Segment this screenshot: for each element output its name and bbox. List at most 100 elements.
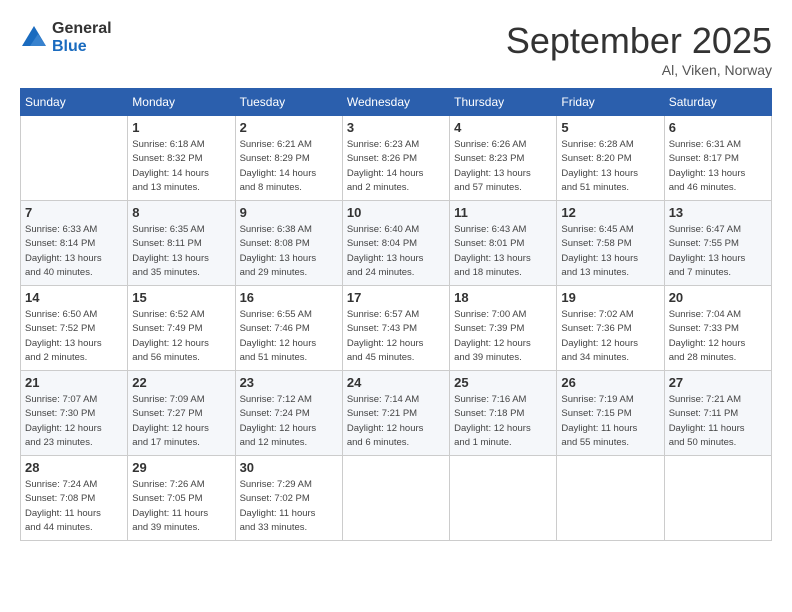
day-info: Sunrise: 7:24 AM Sunset: 7:08 PM Dayligh… [25, 478, 123, 535]
weekday-header-friday: Friday [557, 89, 664, 116]
day-info: Sunrise: 6:38 AM Sunset: 8:08 PM Dayligh… [240, 223, 338, 280]
day-info: Sunrise: 6:55 AM Sunset: 7:46 PM Dayligh… [240, 308, 338, 365]
day-number: 25 [454, 375, 552, 390]
day-info: Sunrise: 7:14 AM Sunset: 7:21 PM Dayligh… [347, 393, 445, 450]
weekday-header-saturday: Saturday [664, 89, 771, 116]
day-info: Sunrise: 7:02 AM Sunset: 7:36 PM Dayligh… [561, 308, 659, 365]
calendar-week-row: 1Sunrise: 6:18 AM Sunset: 8:32 PM Daylig… [21, 116, 772, 201]
day-number: 8 [132, 205, 230, 220]
calendar-cell [342, 456, 449, 541]
calendar-cell: 9Sunrise: 6:38 AM Sunset: 8:08 PM Daylig… [235, 201, 342, 286]
day-number: 22 [132, 375, 230, 390]
day-info: Sunrise: 6:31 AM Sunset: 8:17 PM Dayligh… [669, 138, 767, 195]
calendar-cell: 30Sunrise: 7:29 AM Sunset: 7:02 PM Dayli… [235, 456, 342, 541]
day-info: Sunrise: 7:12 AM Sunset: 7:24 PM Dayligh… [240, 393, 338, 450]
weekday-header-sunday: Sunday [21, 89, 128, 116]
calendar-cell: 27 Sunrise: 7:21 AM Sunset: 7:11 PM Dayli… [664, 371, 771, 456]
day-info: Sunrise: 6:50 AM Sunset: 7:52 PM Dayligh… [25, 308, 123, 365]
day-number: 6 [669, 120, 767, 135]
day-number: 10 [347, 205, 445, 220]
day-number: 13 [669, 205, 767, 220]
day-info: Sunrise: 6:45 AM Sunset: 7:58 PM Dayligh… [561, 223, 659, 280]
day-info: Sunrise: 6:18 AM Sunset: 8:32 PM Dayligh… [132, 138, 230, 195]
calendar-cell: 13Sunrise: 6:47 AM Sunset: 7:55 PM Dayli… [664, 201, 771, 286]
day-number: 24 [347, 375, 445, 390]
calendar-cell: 1Sunrise: 6:18 AM Sunset: 8:32 PM Daylig… [128, 116, 235, 201]
calendar-cell [557, 456, 664, 541]
day-number: 23 [240, 375, 338, 390]
day-number: 16 [240, 290, 338, 305]
calendar-cell: 5Sunrise: 6:28 AM Sunset: 8:20 PM Daylig… [557, 116, 664, 201]
day-number: 19 [561, 290, 659, 305]
day-info: Sunrise: 7:19 AM Sunset: 7:15 PM Dayligh… [561, 393, 659, 450]
day-number: 2 [240, 120, 338, 135]
calendar-table: SundayMondayTuesdayWednesdayThursdayFrid… [20, 88, 772, 541]
day-info: Sunrise: 7:16 AM Sunset: 7:18 PM Dayligh… [454, 393, 552, 450]
day-info: Sunrise: 7:07 AM Sunset: 7:30 PM Dayligh… [25, 393, 123, 450]
calendar-cell: 16 Sunrise: 6:55 AM Sunset: 7:46 PM Dayli… [235, 286, 342, 371]
logo-general: General [52, 20, 112, 38]
day-number: 15 [132, 290, 230, 305]
day-info: Sunrise: 7:09 AM Sunset: 7:27 PM Dayligh… [132, 393, 230, 450]
day-info: Sunrise: 6:21 AM Sunset: 8:29 PM Dayligh… [240, 138, 338, 195]
calendar-week-row: 21 Sunrise: 7:07 AM Sunset: 7:30 PM Dayli… [21, 371, 772, 456]
logo-text: General Blue [52, 20, 112, 55]
calendar-cell: 12 Sunrise: 6:45 AM Sunset: 7:58 PM Dayli… [557, 201, 664, 286]
day-number: 17 [347, 290, 445, 305]
day-info: Sunrise: 6:57 AM Sunset: 7:43 PM Dayligh… [347, 308, 445, 365]
day-info: Sunrise: 7:00 AM Sunset: 7:39 PM Dayligh… [454, 308, 552, 365]
calendar-cell: 24 Sunrise: 7:14 AM Sunset: 7:21 PM Dayli… [342, 371, 449, 456]
calendar-cell: 7 Sunrise: 6:33 AM Sunset: 8:14 PM Daylig… [21, 201, 128, 286]
day-number: 26 [561, 375, 659, 390]
calendar-cell: 19 Sunrise: 7:02 AM Sunset: 7:36 PM Dayli… [557, 286, 664, 371]
weekday-header-tuesday: Tuesday [235, 89, 342, 116]
day-number: 11 [454, 205, 552, 220]
day-number: 4 [454, 120, 552, 135]
calendar-cell: 18Sunrise: 7:00 AM Sunset: 7:39 PM Dayli… [450, 286, 557, 371]
calendar-week-row: 28 Sunrise: 7:24 AM Sunset: 7:08 PM Dayli… [21, 456, 772, 541]
day-info: Sunrise: 6:43 AM Sunset: 8:01 PM Dayligh… [454, 223, 552, 280]
day-number: 27 [669, 375, 767, 390]
day-number: 7 [25, 205, 123, 220]
day-info: Sunrise: 6:28 AM Sunset: 8:20 PM Dayligh… [561, 138, 659, 195]
page-header: General Blue September 2025 Al, Viken, N… [20, 20, 772, 78]
calendar-cell [21, 116, 128, 201]
day-number: 21 [25, 375, 123, 390]
day-number: 12 [561, 205, 659, 220]
calendar-cell [664, 456, 771, 541]
day-info: Sunrise: 6:40 AM Sunset: 8:04 PM Dayligh… [347, 223, 445, 280]
weekday-header-wednesday: Wednesday [342, 89, 449, 116]
calendar-cell: 10 Sunrise: 6:40 AM Sunset: 8:04 PM Dayli… [342, 201, 449, 286]
day-number: 28 [25, 460, 123, 475]
calendar-cell [450, 456, 557, 541]
calendar-week-row: 7 Sunrise: 6:33 AM Sunset: 8:14 PM Daylig… [21, 201, 772, 286]
calendar-cell: 3Sunrise: 6:23 AM Sunset: 8:26 PM Daylig… [342, 116, 449, 201]
weekday-header-thursday: Thursday [450, 89, 557, 116]
day-info: Sunrise: 7:29 AM Sunset: 7:02 PM Dayligh… [240, 478, 338, 535]
weekday-header-row: SundayMondayTuesdayWednesdayThursdayFrid… [21, 89, 772, 116]
day-number: 3 [347, 120, 445, 135]
calendar-cell: 2 Sunrise: 6:21 AM Sunset: 8:29 PM Daylig… [235, 116, 342, 201]
day-info: Sunrise: 7:04 AM Sunset: 7:33 PM Dayligh… [669, 308, 767, 365]
logo-icon [20, 24, 48, 52]
calendar-week-row: 14 Sunrise: 6:50 AM Sunset: 7:52 PM Dayli… [21, 286, 772, 371]
day-info: Sunrise: 7:21 AM Sunset: 7:11 PM Dayligh… [669, 393, 767, 450]
day-info: Sunrise: 7:26 AM Sunset: 7:05 PM Dayligh… [132, 478, 230, 535]
month-title: September 2025 [506, 20, 772, 62]
day-number: 14 [25, 290, 123, 305]
calendar-cell: 17 Sunrise: 6:57 AM Sunset: 7:43 PM Dayli… [342, 286, 449, 371]
calendar-cell: 6 Sunrise: 6:31 AM Sunset: 8:17 PM Daylig… [664, 116, 771, 201]
calendar-cell: 20Sunrise: 7:04 AM Sunset: 7:33 PM Dayli… [664, 286, 771, 371]
calendar-cell: 28 Sunrise: 7:24 AM Sunset: 7:08 PM Dayli… [21, 456, 128, 541]
day-number: 29 [132, 460, 230, 475]
day-info: Sunrise: 6:26 AM Sunset: 8:23 PM Dayligh… [454, 138, 552, 195]
calendar-cell: 25 Sunrise: 7:16 AM Sunset: 7:18 PM Dayli… [450, 371, 557, 456]
calendar-cell: 11 Sunrise: 6:43 AM Sunset: 8:01 PM Dayli… [450, 201, 557, 286]
calendar-cell: 8Sunrise: 6:35 AM Sunset: 8:11 PM Daylig… [128, 201, 235, 286]
day-info: Sunrise: 6:33 AM Sunset: 8:14 PM Dayligh… [25, 223, 123, 280]
logo: General Blue [20, 20, 112, 55]
calendar-cell: 21 Sunrise: 7:07 AM Sunset: 7:30 PM Dayli… [21, 371, 128, 456]
weekday-header-monday: Monday [128, 89, 235, 116]
title-block: September 2025 Al, Viken, Norway [506, 20, 772, 78]
logo-blue: Blue [52, 38, 112, 56]
